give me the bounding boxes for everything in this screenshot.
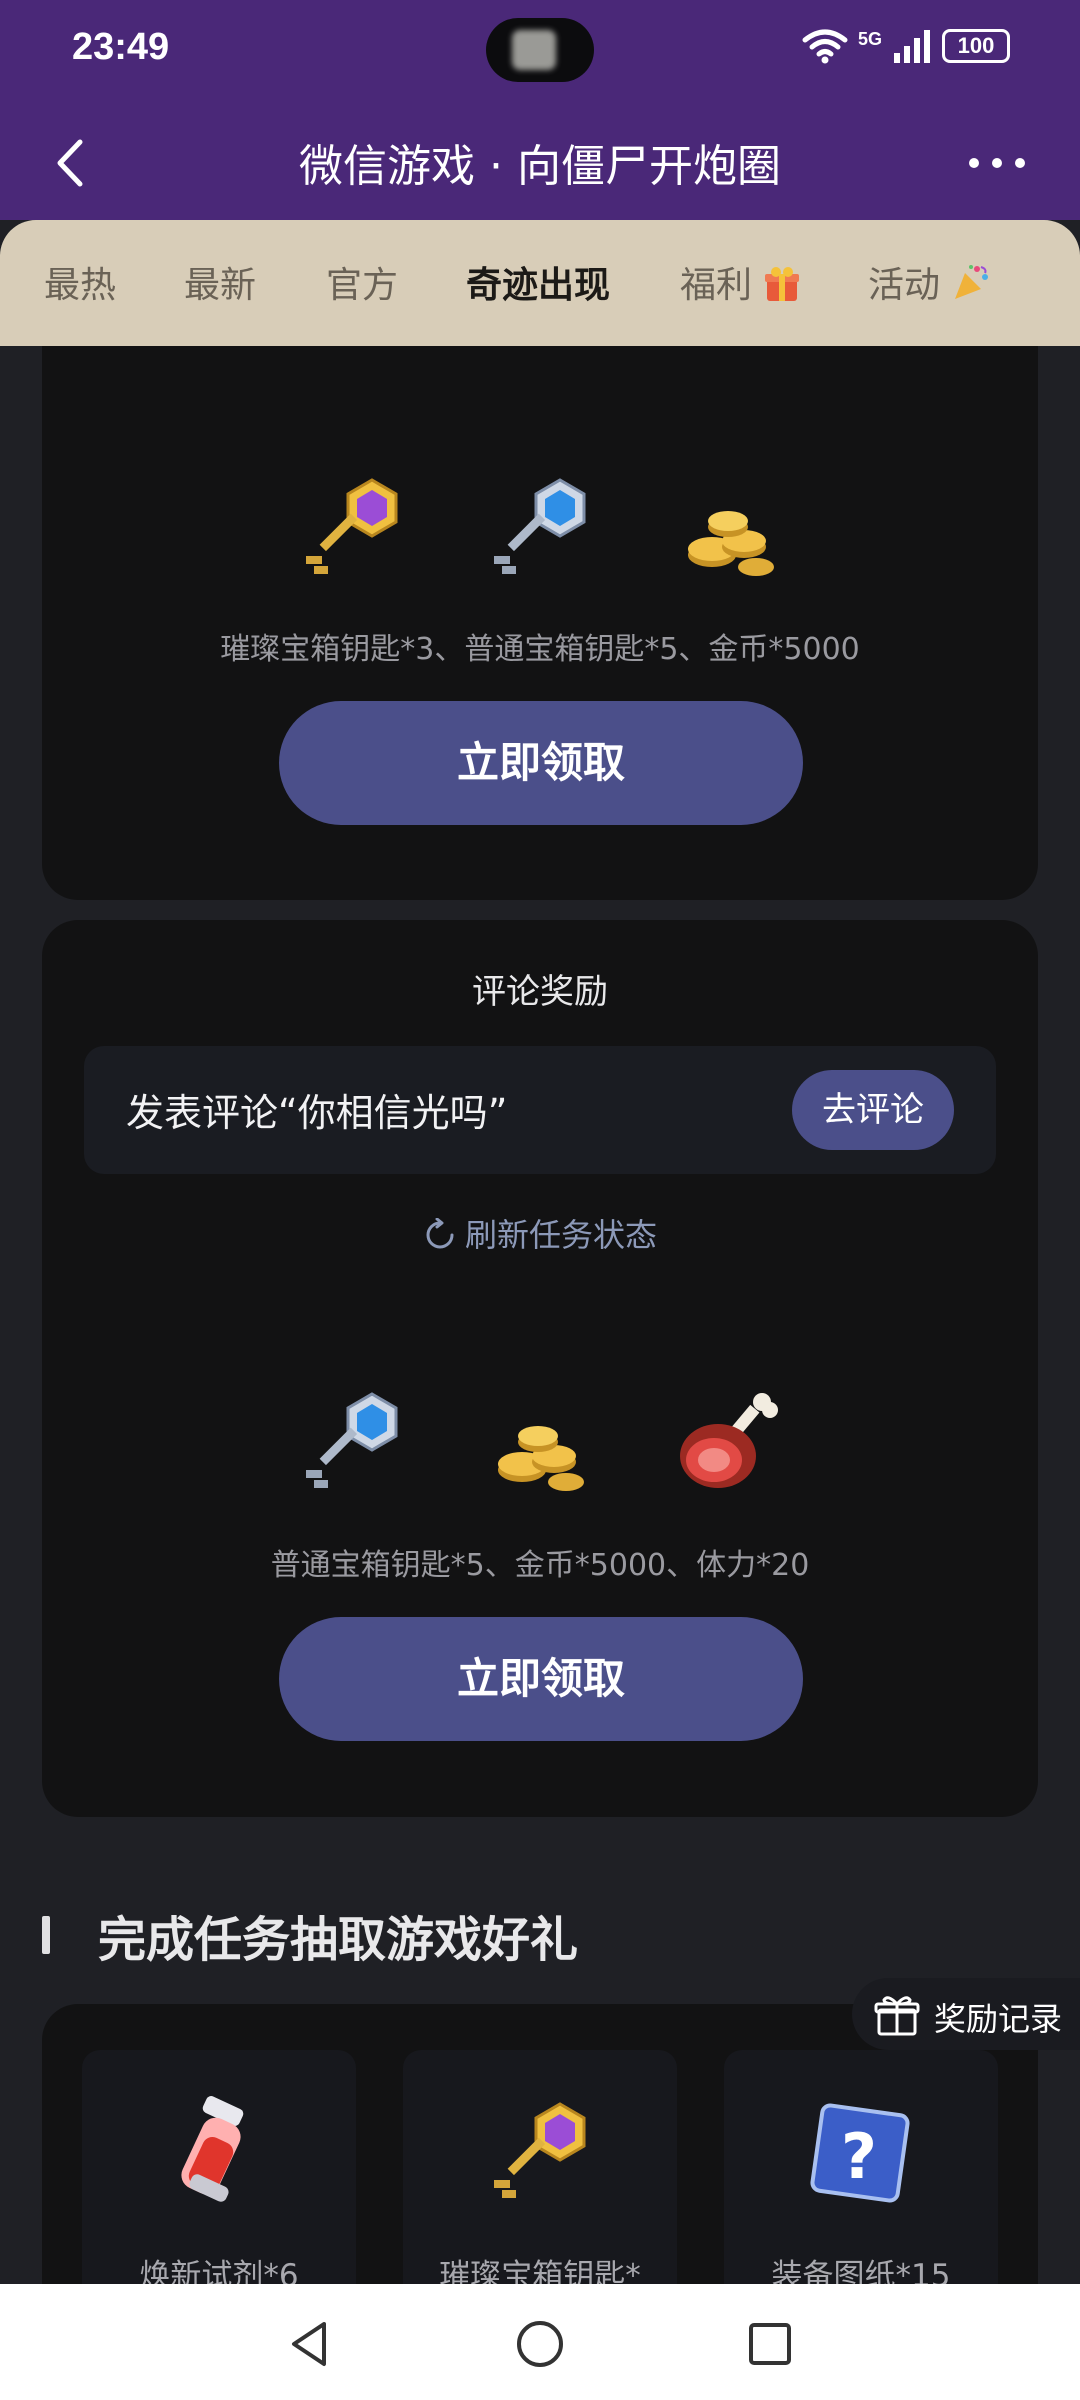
back-triangle-icon[interactable] bbox=[280, 2314, 340, 2374]
reward-record-label: 奖励记录 bbox=[934, 2000, 1063, 2038]
tab-bar: 最热 最新 官方 奇迹出现 福利 活动 bbox=[0, 220, 1080, 346]
recents-square-icon[interactable] bbox=[740, 2314, 800, 2374]
refresh-label: 刷新任务状态 bbox=[464, 1216, 657, 1254]
reward-card-comment: 评论奖励 发表评论“你相信光吗” 去评论 刷新任务状态 普通宝箱钥匙*5、金币*… bbox=[42, 920, 1038, 1817]
party-popper-icon bbox=[955, 265, 989, 299]
section-title: 完成任务抽取游戏好礼 bbox=[98, 1912, 579, 1968]
home-circle-icon[interactable] bbox=[510, 2314, 570, 2374]
card-title: 评论奖励 bbox=[472, 972, 608, 1012]
section-marker bbox=[42, 1916, 50, 1954]
reward-card-share: 璀璨宝箱钥匙*3、普通宝箱钥匙*5、金币*5000 立即领取 bbox=[42, 300, 1038, 900]
meat-leg-icon bbox=[680, 1393, 778, 1488]
refresh-icon bbox=[426, 1218, 454, 1249]
tab-official[interactable]: 官方 bbox=[326, 256, 398, 308]
purple-gem-key-icon bbox=[306, 478, 398, 574]
potion-vial-icon bbox=[181, 2096, 244, 2202]
claim-button[interactable]: 立即领取 bbox=[279, 1617, 803, 1741]
svg-text:?: ? bbox=[841, 2120, 877, 2193]
wifi-icon bbox=[802, 29, 848, 64]
tab-events[interactable]: 活动 bbox=[868, 256, 991, 308]
signal-icon bbox=[894, 30, 930, 63]
gift-icon bbox=[874, 1996, 920, 2036]
tab-welfare[interactable]: 福利 bbox=[680, 256, 801, 308]
tab-welfare-label: 福利 bbox=[680, 265, 753, 306]
blueprint-question-icon: ? bbox=[810, 2103, 910, 2203]
tab-events-label: 活动 bbox=[868, 265, 941, 306]
tab-latest[interactable]: 最新 bbox=[184, 256, 256, 308]
more-icon[interactable] bbox=[962, 138, 1032, 188]
task-row: 发表评论“你相信光吗” 去评论 bbox=[84, 1046, 996, 1174]
blue-gem-key-icon bbox=[494, 478, 586, 574]
battery-icon: 100 bbox=[942, 29, 1010, 63]
status-time: 23:49 bbox=[72, 26, 170, 68]
status-bar: 23:49 5G 100 bbox=[0, 0, 1080, 110]
title-bar: 微信游戏 · 向僵尸开炮圈 bbox=[0, 110, 1080, 220]
go-comment-button[interactable]: 去评论 bbox=[792, 1070, 954, 1150]
back-arrow-icon[interactable] bbox=[36, 128, 106, 198]
reward-record-button[interactable]: 奖励记录 bbox=[852, 1978, 1080, 2050]
status-icons: 5G 100 bbox=[802, 28, 1010, 64]
gift-icon bbox=[765, 267, 800, 301]
tab-miracle[interactable]: 奇迹出现 bbox=[466, 256, 610, 308]
reward-list: 璀璨宝箱钥匙*3、普通宝箱钥匙*5、金币*5000 bbox=[220, 632, 860, 667]
refresh-task-status[interactable]: 刷新任务状态 bbox=[42, 1210, 1038, 1256]
gold-coins-icon bbox=[688, 511, 774, 576]
claim-button[interactable]: 立即领取 bbox=[279, 701, 803, 825]
gold-coins-icon bbox=[498, 1426, 584, 1491]
blue-gem-key-icon bbox=[306, 1392, 398, 1488]
reward-list: 普通宝箱钥匙*5、金币*5000、体力*20 bbox=[270, 1548, 810, 1583]
network-type: 5G bbox=[857, 28, 882, 49]
page-title: 微信游戏 · 向僵尸开炮圈 bbox=[299, 141, 781, 192]
tab-hottest[interactable]: 最热 bbox=[44, 256, 116, 308]
camera-cutout bbox=[486, 18, 594, 82]
system-nav-bar bbox=[0, 2284, 1080, 2400]
task-description: 发表评论“你相信光吗” bbox=[126, 1091, 508, 1135]
purple-gem-key-icon bbox=[494, 2102, 586, 2198]
